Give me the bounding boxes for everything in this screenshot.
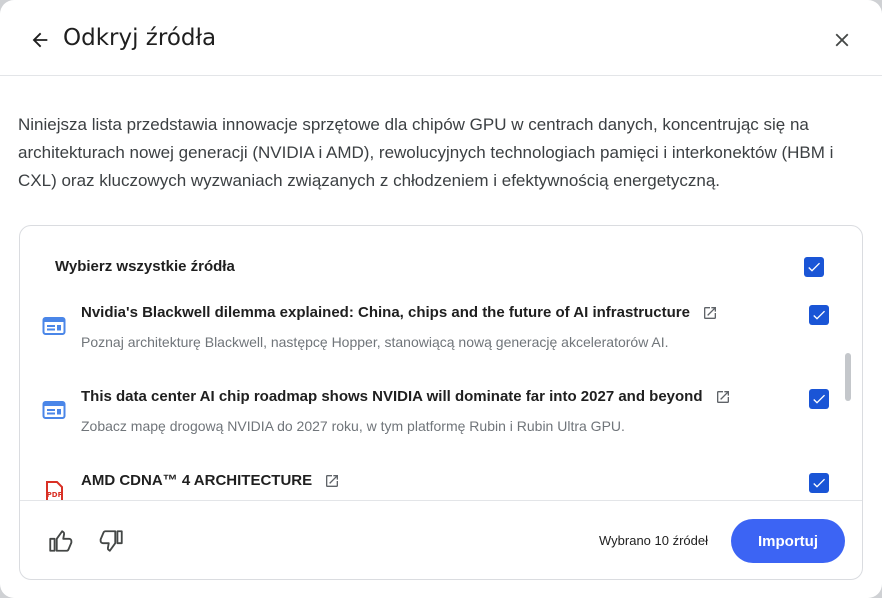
open-in-new-icon[interactable] [702, 305, 718, 321]
source-subtitle: Poznaj architekturę Blackwell, następcę … [81, 334, 669, 350]
source-item[interactable]: PDF AMD CDNA™ 4 ARCHITECTURE [20, 456, 840, 500]
check-icon [813, 394, 825, 404]
thumbs-down-button[interactable] [97, 526, 127, 556]
source-title[interactable]: Nvidia's Blackwell dilemma explained: Ch… [81, 304, 690, 321]
open-in-new-icon[interactable] [715, 389, 731, 405]
source-checkbox[interactable] [809, 305, 829, 325]
check-icon [813, 310, 825, 320]
thumbs-down-icon [99, 530, 123, 552]
source-checkbox[interactable] [809, 473, 829, 493]
thumbs-up-icon [49, 530, 73, 552]
close-icon [835, 33, 849, 47]
pdf-icon: PDF [46, 481, 63, 500]
list-scrollbar[interactable] [845, 353, 851, 401]
select-all-label: Wybierz wszystkie źródła [55, 258, 235, 275]
web-page-icon [42, 401, 66, 419]
source-title[interactable]: This data center AI chip roadmap shows N… [81, 388, 703, 405]
sources-list[interactable]: Nvidia's Blackwell dilemma explained: Ch… [20, 288, 862, 500]
source-title-row: AMD CDNA™ 4 ARCHITECTURE [81, 472, 340, 489]
dialog-description: Niniejsza lista przedstawia innowacje sp… [18, 115, 834, 190]
back-button[interactable] [26, 26, 54, 54]
discover-sources-dialog: Odkryj źródła Niniejsza lista przedstawi… [0, 0, 882, 598]
select-all-checkbox[interactable] [804, 257, 824, 277]
source-subtitle: Zobacz mapę drogową NVIDIA do 2027 roku,… [81, 418, 625, 434]
dialog-title: Odkryj źródła [63, 25, 217, 51]
open-in-new-icon[interactable] [324, 473, 340, 489]
web-page-icon [42, 317, 66, 335]
dialog-header: Odkryj źródła [0, 0, 882, 76]
source-title-row: This data center AI chip roadmap shows N… [81, 388, 731, 405]
source-checkbox[interactable] [809, 389, 829, 409]
close-button[interactable] [828, 26, 856, 54]
source-title[interactable]: AMD CDNA™ 4 ARCHITECTURE [81, 472, 312, 489]
svg-text:PDF: PDF [47, 491, 63, 499]
sources-panel: Wybierz wszystkie źródła Nvidia's Blackw… [19, 225, 863, 580]
panel-footer: Wybrano 10 źródeł Importuj [20, 500, 862, 579]
selected-count: Wybrano 10 źródeł [599, 533, 708, 548]
import-button[interactable]: Importuj [731, 519, 845, 563]
source-title-row: Nvidia's Blackwell dilemma explained: Ch… [81, 304, 718, 321]
thumbs-up-button[interactable] [45, 526, 75, 556]
arrow-left-icon [32, 32, 48, 48]
check-icon [808, 262, 820, 272]
check-icon [813, 478, 825, 488]
source-item[interactable]: Nvidia's Blackwell dilemma explained: Ch… [20, 288, 840, 372]
source-item[interactable]: This data center AI chip roadmap shows N… [20, 372, 840, 456]
